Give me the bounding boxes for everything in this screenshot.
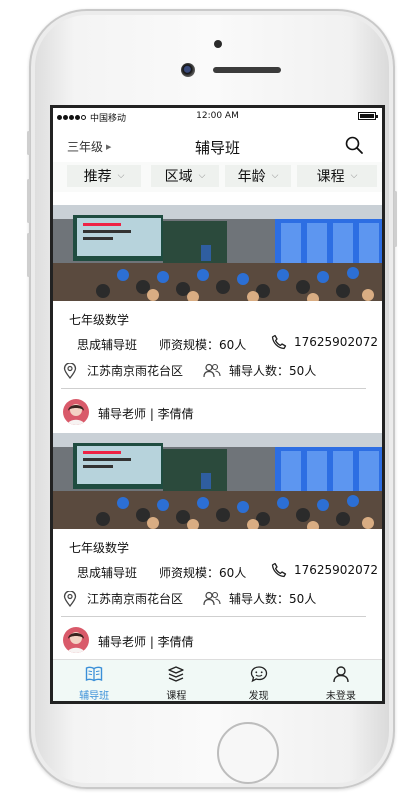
filter-course[interactable]: 课程 ⌵ — [297, 165, 377, 187]
filter-label: 推荐 — [83, 169, 112, 185]
nav-bar: 三年级 ▶ 辅导班 — [53, 126, 382, 162]
location-pin-icon — [63, 590, 77, 607]
chevron-down-icon: ⌵ — [198, 171, 206, 181]
front-camera — [181, 63, 195, 77]
volume-up-button — [27, 179, 30, 223]
filter-label: 区域 — [164, 169, 193, 185]
tab-bar: 辅导班 课程 发现 未登录 — [53, 659, 382, 701]
filter-recommend[interactable]: 推荐 ⌵ — [67, 165, 141, 187]
power-button — [394, 191, 397, 247]
status-bar: 中国移动 12:00 AM — [53, 108, 382, 126]
listing-card[interactable]: 七年级数学 思成辅导班 师资规模：60人 17625902072 江苏南京雨花台… — [53, 420, 382, 653]
students-count: 辅导人数：50人 — [229, 364, 317, 378]
listing-feed[interactable]: 七年级数学 思成辅导班 师资规模：60人 17625902072 江苏南京雨花台… — [53, 192, 382, 659]
filter-label: 年龄 — [237, 169, 266, 185]
tab-discover[interactable]: 发现 — [218, 660, 300, 701]
group-icon — [203, 591, 221, 605]
card-divider — [61, 388, 366, 389]
group-icon — [203, 363, 221, 377]
filter-region[interactable]: 区域 ⌵ — [151, 165, 219, 187]
teacher-avatar[interactable] — [63, 627, 89, 653]
teacher-name: 辅导老师 | 李倩倩 — [98, 635, 194, 649]
status-time: 12:00 AM — [196, 111, 239, 121]
students-row: 辅导人数：50人 — [203, 590, 316, 607]
chevron-down-icon: ⌵ — [117, 171, 125, 181]
tab-label: 发现 — [248, 691, 269, 702]
phone-number: 17625902072 — [294, 563, 378, 577]
book-icon — [85, 666, 103, 682]
tab-label: 课程 — [166, 691, 187, 702]
course-name: 七年级数学 — [69, 313, 130, 327]
org-name: 思成辅导班 — [77, 338, 138, 352]
filter-label: 课程 — [316, 169, 345, 185]
org-name: 思成辅导班 — [77, 566, 138, 580]
user-icon — [333, 666, 349, 683]
classroom-photo — [53, 205, 382, 301]
location-pin-icon — [63, 362, 77, 379]
page-title: 辅导班 — [194, 139, 240, 157]
address-text: 江苏南京雨花台区 — [87, 364, 184, 378]
phone-number: 17625902072 — [294, 335, 378, 349]
chevron-down-icon: ⌵ — [271, 171, 279, 181]
tab-label: 未登录 — [325, 691, 356, 702]
tab-account[interactable]: 未登录 — [300, 660, 382, 701]
filter-bar: 推荐 ⌵ 区域 ⌵ 年龄 ⌵ 课程 ⌵ — [53, 162, 382, 192]
course-name: 七年级数学 — [69, 541, 130, 555]
students-row: 辅导人数：50人 — [203, 362, 316, 379]
home-button[interactable] — [217, 722, 279, 784]
tab-courses[interactable]: 课程 — [135, 660, 217, 701]
address-row: 江苏南京雨花台区 — [63, 590, 183, 607]
phone-contact[interactable]: 17625902072 — [271, 562, 378, 578]
phone-icon — [271, 562, 287, 578]
stack-icon — [168, 666, 185, 682]
listing-card[interactable]: 七年级数学 思成辅导班 师资规模：60人 17625902072 江苏南京雨花台… — [53, 192, 382, 425]
faculty-size: 师资规模：60人 — [159, 338, 247, 352]
address-text: 江苏南京雨花台区 — [87, 592, 184, 606]
chevron-down-icon: ⌵ — [350, 171, 358, 181]
mute-switch — [27, 131, 30, 155]
battery-icon — [358, 112, 378, 120]
filter-age[interactable]: 年龄 ⌵ — [225, 165, 291, 187]
students-count: 辅导人数：50人 — [229, 592, 317, 606]
chat-smile-icon — [250, 666, 267, 683]
address-row: 江苏南京雨花台区 — [63, 362, 183, 379]
volume-down-button — [27, 233, 30, 277]
card-divider — [61, 616, 366, 617]
earpiece-speaker — [213, 67, 281, 73]
search-icon[interactable] — [344, 135, 364, 155]
app-screen: 中国移动 12:00 AM 三年级 ▶ 辅导班 推荐 ⌵ 区域 ⌵ 年龄 ⌵ 课… — [50, 105, 385, 704]
proximity-sensor — [214, 40, 222, 48]
tab-tutoring[interactable]: 辅导班 — [53, 660, 135, 701]
tab-label: 辅导班 — [79, 691, 110, 702]
classroom-photo — [53, 433, 382, 529]
phone-icon — [271, 334, 287, 350]
phone-contact[interactable]: 17625902072 — [271, 334, 378, 350]
faculty-size: 师资规模：60人 — [159, 566, 247, 580]
